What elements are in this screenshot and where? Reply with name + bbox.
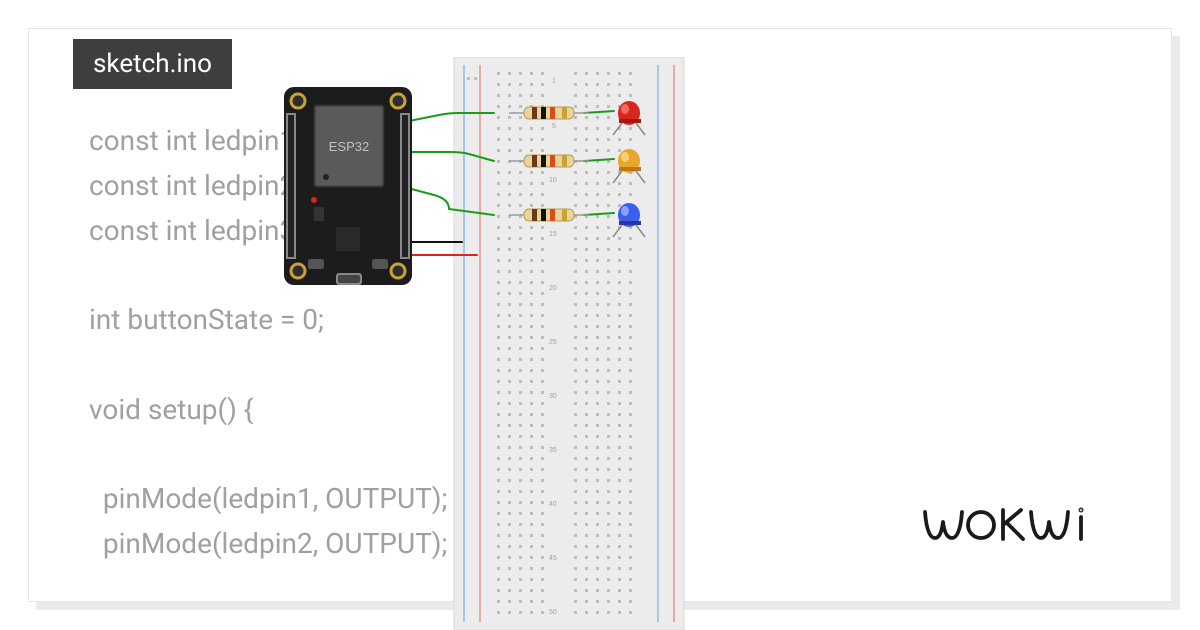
file-tab-label: sketch.ino (93, 49, 212, 79)
yellow-led (613, 149, 645, 183)
resistor-3 (509, 209, 589, 221)
blue-led (613, 203, 645, 237)
svg-text:5: 5 (552, 123, 556, 130)
file-tab[interactable]: sketch.ino (73, 39, 232, 89)
svg-text:30: 30 (549, 393, 557, 400)
resistor-1 (509, 107, 589, 119)
code-line: const int ledpin3 = 5; (89, 214, 346, 247)
svg-text:40: 40 (549, 501, 557, 508)
svg-text:15: 15 (549, 231, 557, 238)
svg-text:10: 10 (549, 177, 557, 184)
code-line: const int ledpin2 = 21; (89, 169, 362, 202)
code-line: int buttonState = 0; (89, 303, 324, 336)
svg-text:50: 50 (549, 609, 557, 616)
resistors[interactable] (509, 107, 589, 221)
wokwi-logo-svg (921, 502, 1121, 550)
resistor-2 (509, 155, 589, 167)
project-card: sketch.ino const int ledpin1 = 22; const… (28, 28, 1172, 602)
code-editor[interactable]: const int ledpin1 = 22; const int ledpin… (89, 119, 447, 567)
red-led (613, 101, 645, 135)
svg-text:20: 20 (549, 285, 557, 292)
code-line: const int ledpin1 = 22; (89, 124, 362, 157)
svg-text:45: 45 (549, 555, 557, 562)
svg-text:35: 35 (549, 447, 557, 454)
breadboard[interactable]: 1 5 10 15 20 25 30 35 40 45 50 (454, 57, 684, 630)
code-line: pinMode(ledpin2, OUTPUT); (89, 527, 447, 560)
code-line: void setup() { (89, 393, 253, 426)
leds[interactable] (613, 101, 645, 237)
wokwi-logo (921, 502, 1121, 561)
svg-text:25: 25 (549, 339, 557, 346)
code-line: pinMode(ledpin1, OUTPUT); (89, 482, 447, 515)
svg-text:1: 1 (552, 78, 556, 85)
